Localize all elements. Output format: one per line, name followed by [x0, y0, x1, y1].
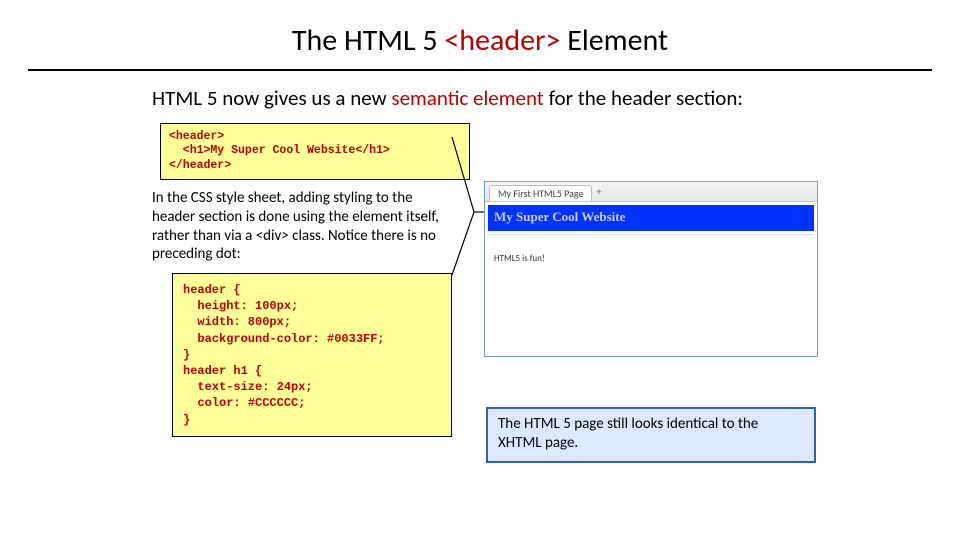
content-area: <header> <h1>My Super Cool Website</h1> …	[0, 123, 960, 503]
browser-tabbar: My First HTML5 Page +	[485, 182, 817, 202]
slide-title: The HTML 5 <header> Element	[0, 0, 960, 69]
browser-preview: My First HTML5 Page + My Super Cool Webs…	[484, 181, 818, 357]
browser-tab-title: My First HTML5 Page	[498, 187, 583, 200]
intro-prefix: HTML 5 now gives us a new	[152, 85, 391, 111]
title-code: <header>	[444, 22, 560, 59]
title-prefix: The HTML 5	[292, 22, 444, 59]
css-explanation: In the CSS style sheet, adding styling t…	[152, 189, 452, 264]
caption-box: The HTML 5 page still looks identical to…	[486, 407, 816, 463]
intro-emphasis: semantic element	[391, 85, 543, 111]
preview-page-body: HTML5 is fun!	[488, 234, 814, 270]
intro-text: HTML 5 now gives us a new semantic eleme…	[0, 71, 960, 117]
title-suffix: Element	[560, 22, 668, 59]
intro-suffix: for the header section:	[544, 85, 743, 111]
new-tab-icon: +	[596, 185, 601, 198]
css-code-box: header { height: 100px; width: 800px; ba…	[172, 273, 452, 437]
preview-page-header: My Super Cool Website	[488, 205, 814, 231]
browser-tab: My First HTML5 Page	[489, 185, 592, 201]
html-code-box: <header> <h1>My Super Cool Website</h1> …	[160, 123, 470, 180]
